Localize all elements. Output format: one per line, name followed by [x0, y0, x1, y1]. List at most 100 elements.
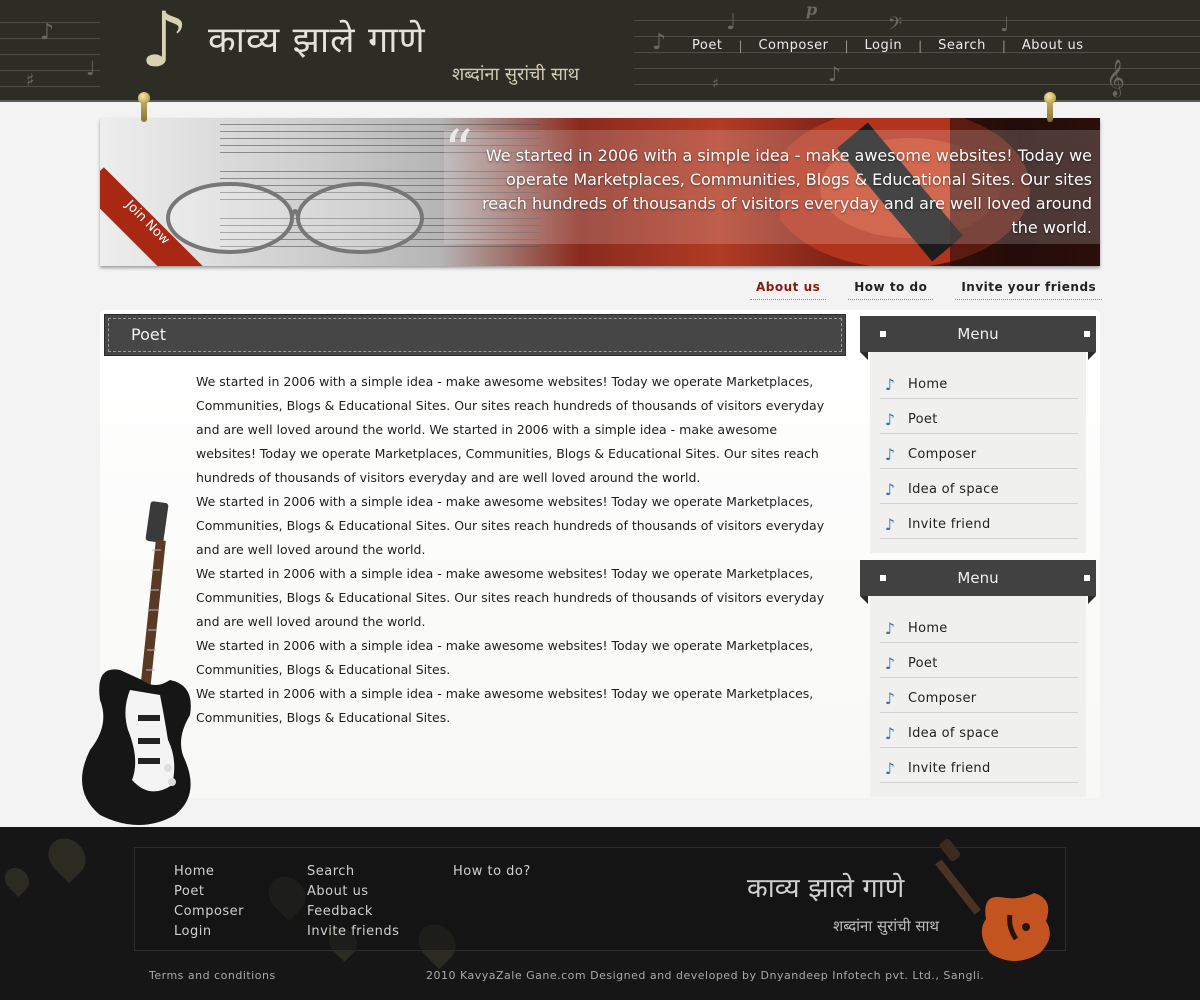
electric-guitar-image — [82, 501, 191, 825]
logo-title[interactable]: काव्य झाले गाणे — [208, 14, 426, 63]
article-paragraph: We started in 2006 with a simple idea - … — [196, 494, 825, 557]
footer-box: Home Poet Composer Login Search About us… — [134, 847, 1066, 951]
sidebar-item-poet[interactable]: ♪ Poet — [880, 643, 1078, 678]
footer-logo-subtitle: शब्दांना सुरांची साथ — [833, 917, 939, 935]
music-note-icon: ♪ — [652, 30, 667, 55]
menu-fold — [1088, 352, 1096, 360]
sidebar-menu-1: Menu ♪ Home ♪ Poet ♪ Composer ♪ Idea of spac… — [860, 316, 1096, 553]
menu-title: Menu — [860, 560, 1096, 596]
sidebar-item-label: Composer — [908, 690, 977, 706]
music-note-icon: ♩ — [726, 10, 737, 35]
footer-link-feedback[interactable]: Feedback — [307, 902, 399, 922]
sidebar-item-label: Idea of space — [908, 481, 999, 497]
footer-link-composer[interactable]: Composer — [174, 902, 244, 922]
menu-list: ♪ Home ♪ Poet ♪ Composer ♪ Idea of space ♪ In… — [870, 352, 1086, 553]
nav-about-us[interactable]: About us — [1006, 38, 1100, 53]
banner-text: We started in 2006 with a simple idea - … — [482, 146, 1092, 237]
nav-search[interactable]: Search — [922, 38, 1002, 53]
sidebar-item-composer[interactable]: ♪ Composer — [880, 678, 1078, 713]
staff-line — [634, 36, 1200, 37]
footer-logo-title[interactable]: काव्य झाले गाणे — [747, 868, 904, 905]
sidebar-menu-2: Menu ♪ Home ♪ Poet ♪ Composer ♪ Idea of spac… — [860, 560, 1096, 797]
logo-subtitle: शब्दांना सुरांची साथ — [452, 64, 580, 85]
leaf-decoration — [40, 830, 94, 884]
sidebar-item-composer[interactable]: ♪ Composer — [880, 434, 1078, 469]
nav-login[interactable]: Login — [849, 38, 919, 53]
terms-link[interactable]: Terms and conditions — [149, 969, 276, 982]
footer-link-home[interactable]: Home — [174, 862, 244, 882]
tab-invite-friends[interactable]: Invite your friends — [955, 280, 1103, 300]
sidebar-item-label: Composer — [908, 446, 977, 462]
treble-clef-icon: 𝄞 — [1106, 58, 1125, 96]
sidebar-item-label: Invite friend — [908, 760, 991, 776]
article-paragraph: We started in 2006 with a simple idea - … — [196, 638, 814, 677]
section-header: Poet — [104, 314, 846, 356]
music-note-icon: ♪ — [884, 479, 896, 499]
music-note-icon: ♩ — [86, 56, 96, 80]
sidebar-item-label: Poet — [908, 411, 938, 427]
nav-composer[interactable]: Composer — [742, 38, 844, 53]
menu-fold — [1088, 596, 1096, 604]
menu-fold — [860, 352, 868, 360]
music-note-icon: ♪ — [884, 618, 896, 638]
nav-poet[interactable]: Poet — [676, 38, 738, 53]
footer-link-poet[interactable]: Poet — [174, 882, 244, 902]
music-note-icon: ♪ — [884, 758, 896, 778]
footer-links-col1: Home Poet Composer Login — [174, 862, 244, 942]
leaf-decoration — [0, 863, 34, 897]
staff-line — [0, 70, 100, 71]
staff-line — [634, 20, 1200, 21]
bass-clef-icon: 𝄢 — [888, 14, 903, 39]
hero-banner: “ We started in 2006 with a simple idea … — [100, 118, 1100, 266]
article-paragraph: We started in 2006 with a simple idea - … — [196, 374, 825, 485]
footer-links-col3: How to do? — [453, 862, 531, 882]
sharp-icon: ♯ — [26, 70, 35, 91]
section-title: Poet — [131, 325, 166, 344]
acoustic-guitar-image — [935, 838, 1050, 961]
glasses-graphic — [166, 182, 424, 254]
article-paragraph: We started in 2006 with a simple idea - … — [196, 566, 825, 629]
music-note-icon: ♪ — [884, 409, 896, 429]
sidebar-item-label: Idea of space — [908, 725, 999, 741]
music-note-icon: ♪ — [884, 514, 896, 534]
music-note-icon: ♪ — [884, 444, 896, 464]
footer-link-invite-friends[interactable]: Invite friends — [307, 922, 399, 942]
pin-icon — [1044, 92, 1056, 122]
sidebar-item-label: Home — [908, 620, 948, 636]
sidebar-item-home[interactable]: ♪ Home — [880, 608, 1078, 643]
sidebar-item-home[interactable]: ♪ Home — [880, 364, 1078, 399]
copyright-text: 2010 KavyaZale Gane.com Designed and dev… — [426, 969, 985, 982]
site-header: ♪ ♩ ♯ ♪ ♩ p 𝄢 ♪ ♩ 𝄞 ♯ ♪ काव्य झाले गाणे … — [0, 0, 1200, 102]
article-body: We started in 2006 with a simple idea - … — [196, 370, 836, 730]
logo-note-icon: ♪ — [140, 0, 189, 84]
sidebar-item-idea-of-space[interactable]: ♪ Idea of space — [880, 469, 1078, 504]
sidebar-item-invite-friend[interactable]: ♪ Invite friend — [880, 748, 1078, 783]
top-nav: Poet | Composer | Login | Search | About… — [676, 38, 1099, 53]
sidebar-item-invite-friend[interactable]: ♪ Invite friend — [880, 504, 1078, 539]
footer-link-about-us[interactable]: About us — [307, 882, 399, 902]
music-note-icon: ♪ — [40, 20, 55, 45]
music-note-icon: ♪ — [828, 62, 841, 86]
tab-how-to-do[interactable]: How to do — [848, 280, 934, 300]
section-header-border — [108, 318, 842, 352]
footer-link-login[interactable]: Login — [174, 922, 244, 942]
footer-link-search[interactable]: Search — [307, 862, 399, 882]
footer-links-col2: Search About us Feedback Invite friends — [307, 862, 399, 942]
sidebar-item-label: Poet — [908, 655, 938, 671]
tab-about-us[interactable]: About us — [750, 280, 827, 300]
pin-icon — [138, 92, 150, 122]
music-note-icon: ♪ — [884, 723, 896, 743]
sidebar-item-label: Home — [908, 376, 948, 392]
sharp-icon: ♯ — [712, 76, 719, 92]
sidebar-item-idea-of-space[interactable]: ♪ Idea of space — [880, 713, 1078, 748]
music-note-icon: ♪ — [884, 374, 896, 394]
staff-line — [0, 54, 100, 55]
sidebar-item-label: Invite friend — [908, 516, 991, 532]
sidebar-item-poet[interactable]: ♪ Poet — [880, 399, 1078, 434]
footer-link-how-to-do[interactable]: How to do? — [453, 862, 531, 882]
staff-line — [0, 86, 100, 87]
menu-fold — [860, 596, 868, 604]
site-footer: Home Poet Composer Login Search About us… — [0, 827, 1200, 1000]
music-note-icon: ♪ — [884, 653, 896, 673]
menu-list: ♪ Home ♪ Poet ♪ Composer ♪ Idea of space ♪ In… — [870, 596, 1086, 797]
